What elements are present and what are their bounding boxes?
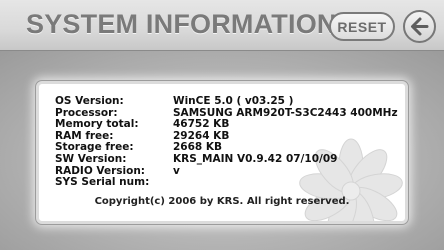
back-button[interactable] (403, 10, 436, 43)
reset-button[interactable]: RESET (329, 12, 395, 41)
info-row-os-version: OS Version: WinCE 5.0 ( v03.25 ) (55, 95, 398, 108)
info-value: KRS_MAIN V0.9.42 07/10/09 (173, 152, 338, 165)
info-list: OS Version: WinCE 5.0 ( v03.25 ) Process… (55, 95, 398, 189)
page-title: SYSTEM INFORMATION (26, 9, 337, 39)
back-arrow-icon (411, 17, 429, 36)
info-label: OS Version: (55, 95, 124, 107)
header-bar: SYSTEM INFORMATION RESET (0, 0, 444, 51)
info-value: WinCE 5.0 ( v03.25 ) (173, 95, 294, 107)
info-row-sw-version: SW Version: KRS_MAIN V0.9.42 07/10/09 (55, 152, 398, 166)
system-info-panel: OS Version: WinCE 5.0 ( v03.25 ) Process… (36, 81, 408, 224)
info-label: SYS Serial num: (55, 176, 150, 189)
info-row-serial-num: SYS Serial num: (55, 177, 398, 189)
info-label: SW Version: (55, 152, 127, 165)
copyright-text: Copyright(c) 2006 by KRS. All right rese… (94, 196, 350, 207)
info-value: v (173, 164, 180, 177)
